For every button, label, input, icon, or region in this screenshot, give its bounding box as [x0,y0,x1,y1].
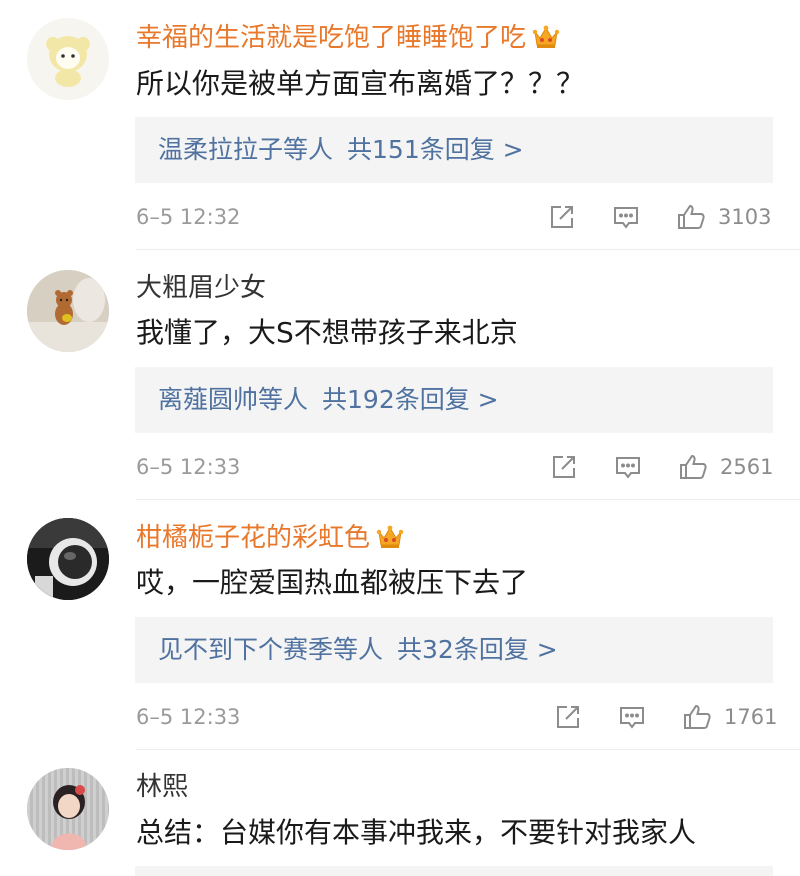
share-icon[interactable] [554,703,582,735]
comment-icon[interactable] [618,703,646,735]
username-text[interactable]: 柑橘栀子花的彩虹色 [136,523,370,553]
comment-text: 所以你是被单方面宣布离婚了？？？ [136,67,585,100]
like-count: 1761 [724,705,778,729]
reply-summary [135,866,773,876]
timestamp: 6–5 12:33 [136,455,241,479]
reply-summary[interactable]: 离薤圆帅等人 共192条回复 > [135,367,773,433]
comment-meta: 6–5 12:33 1761 [0,701,800,733]
divider [136,749,800,750]
comment-meta: 6–5 12:32 3103 [0,201,800,233]
comment-meta: 6–5 12:33 2561 [0,451,800,483]
divider [136,499,800,500]
share-icon[interactable] [548,203,576,235]
like-count: 2561 [720,455,774,479]
reply-count: 共32条回复 > [397,635,558,664]
comment-text: 哎，一腔爱国热血都被压下去了 [136,566,529,599]
like-icon[interactable] [678,453,708,485]
avatar[interactable] [27,768,109,850]
like-count: 3103 [718,205,772,229]
reply-users: 离薤圆帅等人 [158,385,309,414]
reply-users: 温柔拉拉子等人 [158,135,334,164]
timestamp: 6–5 12:33 [136,705,241,729]
reply-summary[interactable]: 温柔拉拉子等人 共151条回复 > [135,117,773,183]
crown-vip-icon [376,524,404,558]
comment-text: 我懂了，大S不想带孩子来北京 [136,316,518,349]
like-icon[interactable] [682,703,712,735]
share-icon[interactable] [550,453,578,485]
avatar[interactable] [27,518,109,600]
avatar[interactable] [27,18,109,100]
reply-users: 见不到下个赛季等人 [158,635,384,664]
reply-count: 共192条回复 > [322,385,499,414]
reply-summary[interactable]: 见不到下个赛季等人 共32条回复 > [135,617,773,683]
like-icon[interactable] [676,203,706,235]
comment-icon[interactable] [612,203,640,235]
comment-text: 总结：台媒你有本事冲我来，不要针对我家人 [136,816,697,849]
username-text[interactable]: 幸福的生活就是吃饱了睡睡饱了吃 [136,23,526,53]
username[interactable]: 幸福的生活就是吃饱了睡睡饱了吃 [136,22,560,58]
username[interactable]: 柑橘栀子花的彩虹色 [136,522,404,558]
comment-icon[interactable] [614,453,642,485]
divider [136,249,800,250]
username[interactable]: 林熙 [136,771,188,803]
timestamp: 6–5 12:32 [136,205,241,229]
avatar[interactable] [27,270,109,352]
reply-count: 共151条回复 > [347,135,524,164]
crown-vip-icon [532,24,560,58]
username[interactable]: 大粗眉少女 [136,272,266,304]
